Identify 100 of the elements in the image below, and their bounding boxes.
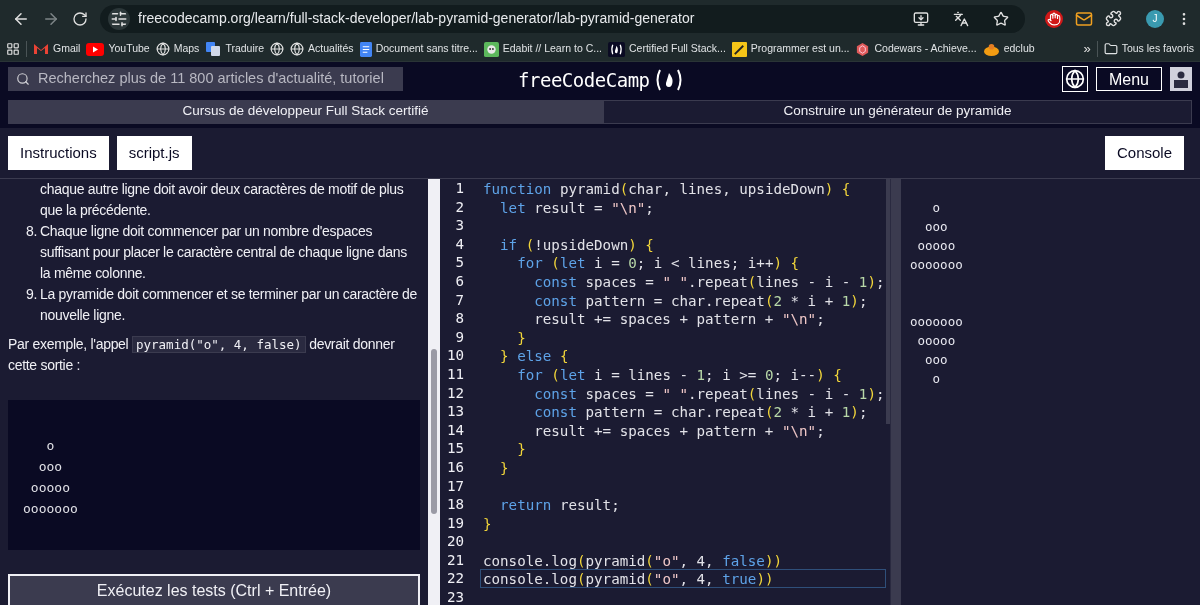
line-number: 9 [454,327,464,347]
code-line: const pattern = char.repeat(2 * i + 1); [533,403,869,421]
line-number: 6 [454,271,464,291]
line-number: 17 [445,476,464,496]
bookmark-star-icon[interactable] [993,10,1009,27]
code-line: return result; [499,496,621,514]
line-number: 4 [454,234,464,254]
pencil-icon [731,41,747,57]
address-bar[interactable]: freecodecamp.org/learn/full-stack-developer/lab-pyramid-generator/lab-pyramid-generator [100,4,1025,33]
list-item: chaque autre ligne doit avoir deux caractères de motif de plus que la précédente. [40,180,405,220]
code-line: for (let i = lines - 1; i >= 0; i--) { [516,365,843,384]
bookmark[interactable]: Codewars - Achieve... [855,41,977,57]
bookmark[interactable]: YouTube [86,41,150,57]
code-line: const pattern = char.repeat(2 * i + 1); [533,291,869,310]
bookmark[interactable]: Gmail [33,41,81,57]
code-line: result += spaces + pattern + "\n"; [533,421,826,440]
globe-icon [290,42,305,56]
code-line: } [482,514,493,533]
list-marker: 9. [25,286,37,302]
play-icon [86,42,105,56]
tab[interactable]: Instructions [8,136,109,170]
list-item: La pyramide doit commencer et se terminer par un caractère de nouvelle ligne. [40,285,418,325]
line-number: 14 [445,420,464,440]
sample-output: o ooo ooooo ooooooo [8,400,420,550]
bookmark[interactable]: Actualités [290,41,354,57]
line-number: 15 [445,439,464,458]
extensions-icon[interactable] [1105,10,1122,27]
line-number: 11 [445,364,464,384]
line-number: 7 [454,290,464,310]
line-number: 20 [445,532,464,551]
globe-icon [270,42,285,56]
code-line: result += spaces + pattern + "\n"; [533,310,826,328]
line-number: 2 [454,197,464,217]
scrollbar[interactable] [428,179,440,605]
install-icon[interactable] [913,10,929,27]
code-line: } [516,440,527,458]
code-line: for (let i = 0; i < lines; i++) { [516,254,801,272]
search-icon [16,71,30,86]
console-output: o ooo ooooo ooooooo [910,199,963,274]
list-item: Chaque ligne doit commencer par un nombre d'espaces suffisant pour placer le caractère central de chaque ligne dans la même colonne. [40,222,408,283]
mail-icon[interactable] [1075,9,1093,28]
robot-icon [483,41,499,57]
tab[interactable]: script.js [116,136,192,170]
line-number: 21 [445,550,464,570]
bookmark[interactable] [270,42,285,56]
translate-icon [205,41,222,57]
flame-icon [608,41,625,57]
hand-icon[interactable] [1045,9,1063,28]
folder-icon [1103,42,1118,56]
line-number: 22 [445,569,464,589]
search-field[interactable]: Recherchez plus de 11 800 articles d'actualité, tutoriel [8,66,403,91]
globe-icon [155,42,170,56]
bookmark[interactable]: edclub [982,41,1035,57]
code-line: } [499,458,510,477]
line-number: 1 [454,179,464,198]
console-button[interactable]: Console [1104,136,1184,170]
paragraph: Par exemple, l'appel pyramid("o", 4, false) devrait donner cette sortie : [8,335,396,375]
breadcrumb-link[interactable]: Cursus de développeur Full Stack certifié [8,99,603,124]
menu-button[interactable]: Menu [1095,66,1162,91]
line-number: 12 [445,383,464,403]
run-tests-button[interactable]: Exécutez les tests (Ctrl + Entrée) [8,574,420,605]
code-line: if (!upsideDown) { [499,235,655,254]
url-text: freecodecamp.org/learn/full-stack-developer/lab-pyramid-generator/lab-pyramid-generator [138,9,695,28]
bookmark[interactable]: Programmer est un... [731,41,850,57]
site-settings-icon[interactable] [108,7,130,30]
line-number: 19 [445,513,464,533]
console-output: ooooooo ooooo ooo o [910,313,963,388]
logo-text: freeCodeCamp [518,68,650,93]
line-number: 18 [445,495,464,514]
bookmark[interactable]: Certified Full Stack... [608,41,726,57]
line-number: 13 [445,402,464,421]
line-number: 5 [454,253,464,272]
reload-icon[interactable] [72,10,88,27]
code-line: } [516,328,527,347]
code-line: console.log(pyramid("o", 4, false)) [482,551,783,570]
list-marker: 8. [25,223,37,239]
all-bookmarks[interactable]: Tous les favoris [1103,41,1194,57]
breadcrumb-current: Construire un générateur de pyramide [603,99,1192,124]
hexagon-icon [855,41,871,57]
translate-icon[interactable] [953,10,969,27]
language-icon[interactable] [1061,65,1088,92]
apps-icon[interactable] [6,42,20,56]
code-line: let result = "\n"; [499,198,655,217]
more-bookmarks-button[interactable]: » [1083,39,1091,59]
preview-scrollbar[interactable] [891,179,901,605]
bookmark[interactable]: Edabit // Learn to C... [483,41,602,57]
document-icon [359,41,372,57]
line-number: 10 [445,346,464,365]
editor-scrollbar[interactable] [885,179,890,424]
line-number: 8 [454,309,464,328]
avatar-icon[interactable] [1170,66,1192,91]
code-line: const spaces = " ".repeat(lines - i - 1); [533,384,886,403]
bookmark[interactable]: Traduire [205,41,265,57]
mail-icon [33,43,49,55]
code-line: const spaces = " ".repeat(lines - i - 1); [533,272,886,291]
bookmark[interactable]: Maps [155,41,200,57]
line-number: 23 [445,588,464,605]
bookmark[interactable]: Document sans titre... [359,41,478,57]
line-number: 16 [445,457,464,477]
bird-icon [982,41,1000,57]
